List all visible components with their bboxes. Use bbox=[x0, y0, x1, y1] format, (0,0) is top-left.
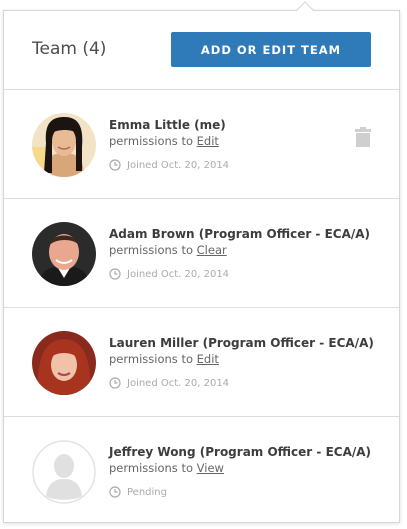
team-member-row: Lauren Miller (Program Officer - ECA/A) … bbox=[4, 308, 399, 417]
team-member-row: Jeffrey Wong (Program Officer - ECA/A) p… bbox=[4, 417, 399, 525]
team-panel: Team (4) ADD OR EDIT TEAM Emma Little (m… bbox=[3, 10, 400, 523]
member-permissions: permissions to View bbox=[109, 461, 371, 475]
avatar bbox=[32, 331, 96, 395]
member-permissions: permissions to Edit bbox=[109, 352, 374, 366]
team-member-row: Emma Little (me) permissions to Edit Joi… bbox=[4, 90, 399, 199]
permissions-prefix: permissions to bbox=[109, 352, 193, 366]
clock-icon bbox=[109, 159, 121, 171]
member-permissions: permissions to Clear bbox=[109, 243, 370, 257]
member-status: Joined Oct. 20, 2014 bbox=[109, 268, 370, 280]
placeholder-avatar-icon bbox=[32, 440, 96, 504]
member-status-text: Joined Oct. 20, 2014 bbox=[127, 377, 230, 389]
permission-link[interactable]: View bbox=[197, 461, 224, 475]
member-status-text: Joined Oct. 20, 2014 bbox=[127, 159, 230, 171]
team-header: Team (4) ADD OR EDIT TEAM bbox=[4, 11, 399, 90]
member-status: Pending bbox=[109, 486, 371, 498]
member-name: Lauren Miller (Program Officer - ECA/A) bbox=[109, 336, 374, 350]
member-name: Adam Brown (Program Officer - ECA/A) bbox=[109, 227, 371, 241]
member-status: Joined Oct. 20, 2014 bbox=[109, 159, 229, 171]
member-status-text: Pending bbox=[127, 486, 167, 498]
clock-icon bbox=[109, 486, 121, 498]
member-info: Adam Brown (Program Officer - ECA/A) per… bbox=[109, 227, 370, 280]
permissions-prefix: permissions to bbox=[109, 461, 193, 475]
member-permissions: permissions to Edit bbox=[109, 134, 229, 148]
member-name: Jeffrey Wong (Program Officer - ECA/A) bbox=[109, 445, 372, 459]
member-info: Emma Little (me) permissions to Edit Joi… bbox=[109, 118, 229, 171]
permissions-prefix: permissions to bbox=[109, 243, 193, 257]
member-status: Joined Oct. 20, 2014 bbox=[109, 377, 374, 389]
permission-link[interactable]: Edit bbox=[197, 134, 219, 148]
permission-link[interactable]: Edit bbox=[197, 352, 219, 366]
avatar bbox=[32, 222, 96, 286]
team-title: Team (4) bbox=[32, 39, 107, 59]
trash-icon[interactable] bbox=[354, 127, 372, 147]
avatar bbox=[32, 113, 96, 177]
team-member-row: Adam Brown (Program Officer - ECA/A) per… bbox=[4, 199, 399, 308]
permissions-prefix: permissions to bbox=[109, 134, 193, 148]
member-name: Emma Little (me) bbox=[109, 118, 226, 132]
clock-icon bbox=[109, 377, 121, 389]
popover-caret bbox=[296, 1, 314, 19]
add-or-edit-team-button[interactable]: ADD OR EDIT TEAM bbox=[171, 32, 371, 67]
member-info: Jeffrey Wong (Program Officer - ECA/A) p… bbox=[109, 445, 371, 498]
member-info: Lauren Miller (Program Officer - ECA/A) … bbox=[109, 336, 374, 389]
member-status-text: Joined Oct. 20, 2014 bbox=[127, 268, 230, 280]
permission-link[interactable]: Clear bbox=[197, 243, 227, 257]
clock-icon bbox=[109, 268, 121, 280]
